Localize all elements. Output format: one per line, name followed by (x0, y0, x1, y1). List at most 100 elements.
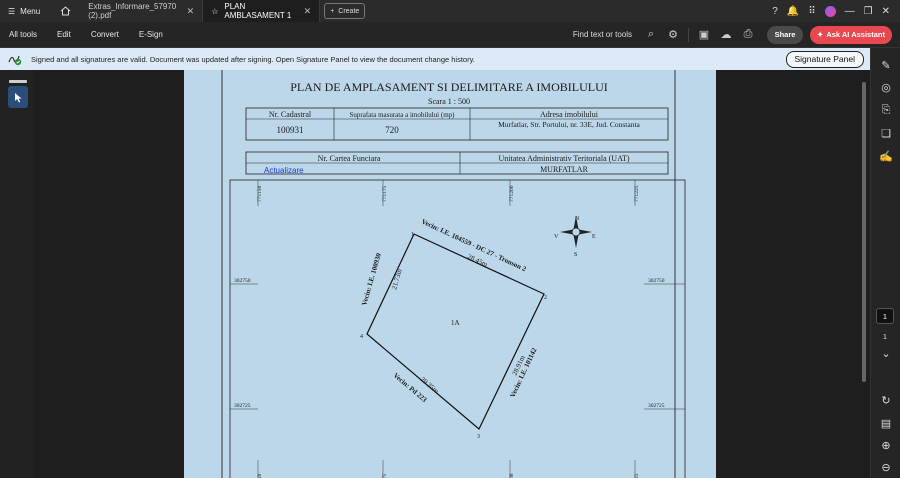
share-button[interactable]: Share (767, 25, 803, 44)
star-icon[interactable]: ☆ (211, 7, 218, 16)
grid-label-top: 771225 (634, 185, 640, 202)
pane-handle[interactable] (9, 80, 27, 83)
ask-ai-button[interactable]: ✦ Ask AI Assistant (810, 25, 892, 44)
neighbor-north: Vecin: I.E. 104559 - DC 27 - Tronson 2 (420, 218, 528, 274)
tab-label: PLAN AMBLASAMENT 1 (224, 2, 292, 20)
ai-tools-icon[interactable]: ⚙ (662, 28, 684, 41)
compass-rose: N S E V (554, 216, 596, 258)
plan-title: PLAN DE AMPLASAMENT SI DELIMITARE A IMOB… (290, 80, 607, 94)
vertical-scrollbar[interactable] (862, 82, 866, 382)
all-tools-button[interactable]: All tools (0, 30, 47, 39)
vertex-label-1: 1 (411, 232, 414, 238)
grid-label-bottom: 771200 (509, 473, 515, 478)
right-tools-rail: ✎ ◎ ⎘ ❏ ✍ ⌄ ↻ ▤ ⊕ ⊖ (870, 48, 900, 478)
grid-label-top: 771150 (257, 185, 263, 202)
grid-label-top: 771175 (382, 185, 388, 202)
compass-e: E (592, 234, 596, 240)
minimize-icon[interactable]: — (845, 6, 855, 17)
current-page-field[interactable]: 1 (876, 308, 894, 324)
avatar[interactable] (824, 5, 836, 17)
ai-summary-icon[interactable]: ◎ (879, 80, 893, 94)
title-bar: ☰ Menu Extras_Informare_57970 (2).pdf ✕ … (0, 0, 900, 22)
compass-n: N (575, 216, 580, 222)
edit-button[interactable]: Edit (47, 30, 81, 39)
rotate-icon[interactable]: ↻ (879, 393, 893, 407)
window-controls: ? 🔔 ⠿ — ❐ ✕ (772, 5, 900, 17)
table2-header-uat: Unitatea Administrativ Teritoriala (UAT) (498, 154, 629, 163)
save-icon[interactable]: ▣ (693, 28, 715, 41)
parcel-label: 1A (451, 319, 460, 327)
bell-icon[interactable]: 🔔 (787, 6, 799, 17)
vertex-label-4: 4 (360, 334, 363, 340)
table1-header-suprafata: Suprafata masurata a imobilului (mp) (350, 111, 456, 119)
search-icon[interactable]: ⌕ (640, 28, 662, 41)
neighbor-west: Vecin: I.E. 100930 (360, 252, 383, 307)
signature-notification-bar: Signed and all signatures are valid. Doc… (0, 48, 870, 70)
menu-label: Menu (20, 6, 41, 16)
cursor-icon (14, 92, 21, 102)
upload-cloud-icon[interactable]: ☁ (715, 28, 737, 41)
grid-label-left: 302750 (234, 278, 251, 284)
print-icon[interactable]: ⎙ (737, 28, 759, 41)
help-icon[interactable]: ? (772, 6, 778, 17)
vertex-label-3: 3 (477, 434, 480, 440)
convert-button[interactable]: Convert (81, 30, 129, 39)
find-tools-input[interactable]: Find text or tools (573, 30, 632, 39)
esign-button[interactable]: E-Sign (129, 30, 173, 39)
table1-value-adresa: Murfatlar, Str. Portului, nr. 33E, Jud. … (498, 120, 640, 129)
zoom-in-icon[interactable]: ⊕ (879, 438, 893, 452)
pdf-page: PLAN DE AMPLASAMENT SI DELIMITARE A IMOB… (184, 70, 716, 478)
table1-value-cadastral: 100931 (277, 125, 304, 135)
page-view-icon[interactable]: ▤ (879, 416, 893, 430)
table1-value-suprafata: 720 (385, 125, 399, 135)
home-button[interactable] (50, 6, 80, 16)
grid-label-right: 302750 (648, 278, 665, 284)
table1-header-cadastral: Nr. Cadastral (269, 110, 312, 119)
pages-icon[interactable]: ❏ (879, 126, 893, 140)
chevron-down-icon[interactable]: ⌄ (879, 346, 893, 360)
create-button[interactable]: + Create (324, 3, 366, 19)
signature-panel-button[interactable]: Signature Panel (785, 50, 864, 68)
bookmark-icon[interactable]: ⎘ (879, 103, 893, 117)
fill-sign-icon[interactable]: ✍ (879, 149, 893, 163)
create-label: Create (338, 7, 360, 15)
select-tool-button[interactable] (8, 86, 28, 108)
close-window-icon[interactable]: ✕ (882, 6, 890, 17)
close-tab-icon[interactable]: ✕ (304, 6, 312, 17)
home-icon (60, 6, 71, 16)
signature-message: Signed and all signatures are valid. Doc… (31, 54, 475, 64)
table2-header-cartea: Nr. Cartea Funciara (318, 154, 381, 163)
edge-length-4-1: 21.73m (390, 267, 404, 290)
apps-grid-icon[interactable]: ⠿ (808, 6, 815, 17)
comment-icon[interactable]: ✎ (879, 58, 893, 72)
restore-icon[interactable]: ❐ (864, 6, 873, 17)
tab-plan-amplasament[interactable]: ☆ PLAN AMBLASAMENT 1 ✕ (202, 0, 321, 22)
tab-extras-informare[interactable]: Extras_Informare_57970 (2).pdf ✕ (80, 0, 202, 22)
ask-ai-label: Ask AI Assistant (826, 30, 885, 39)
compass-s: S (574, 252, 577, 258)
ai-sparkle-icon: ✦ (817, 30, 824, 39)
vertex-label-2: 2 (544, 295, 547, 301)
grid-label-bottom: 771150 (257, 473, 263, 478)
tab-label: Extras_Informare_57970 (2).pdf (88, 2, 177, 20)
zoom-out-icon[interactable]: ⊖ (879, 460, 893, 474)
plan-scale: Scara 1 : 500 (428, 97, 470, 106)
grid-label-right: 302725 (648, 403, 665, 409)
table2-value-uat: MURFATLAR (540, 165, 589, 174)
total-pages: 1 (882, 332, 888, 341)
left-tools-pane (0, 70, 34, 478)
compass-w: V (554, 234, 559, 240)
toolbar-divider (688, 27, 689, 42)
grid-label-bottom: 771225 (634, 473, 640, 478)
grid-label-left: 302725 (234, 403, 251, 409)
table2-value-cartea[interactable]: Actualizare (264, 166, 304, 175)
plan-drawing: PLAN DE AMPLASAMENT SI DELIMITARE A IMOB… (221, 70, 686, 478)
close-tab-icon[interactable]: ✕ (187, 6, 195, 17)
grid-label-top: 771200 (509, 185, 515, 202)
grid-label-bottom: 771175 (382, 473, 388, 478)
main-toolbar: All tools Edit Convert E-Sign Find text … (0, 22, 900, 48)
table1-header-adresa: Adresa imobilului (540, 110, 599, 119)
menu-button[interactable]: ☰ Menu (0, 7, 50, 16)
signature-valid-icon (8, 52, 26, 66)
plus-icon: + (330, 7, 335, 15)
